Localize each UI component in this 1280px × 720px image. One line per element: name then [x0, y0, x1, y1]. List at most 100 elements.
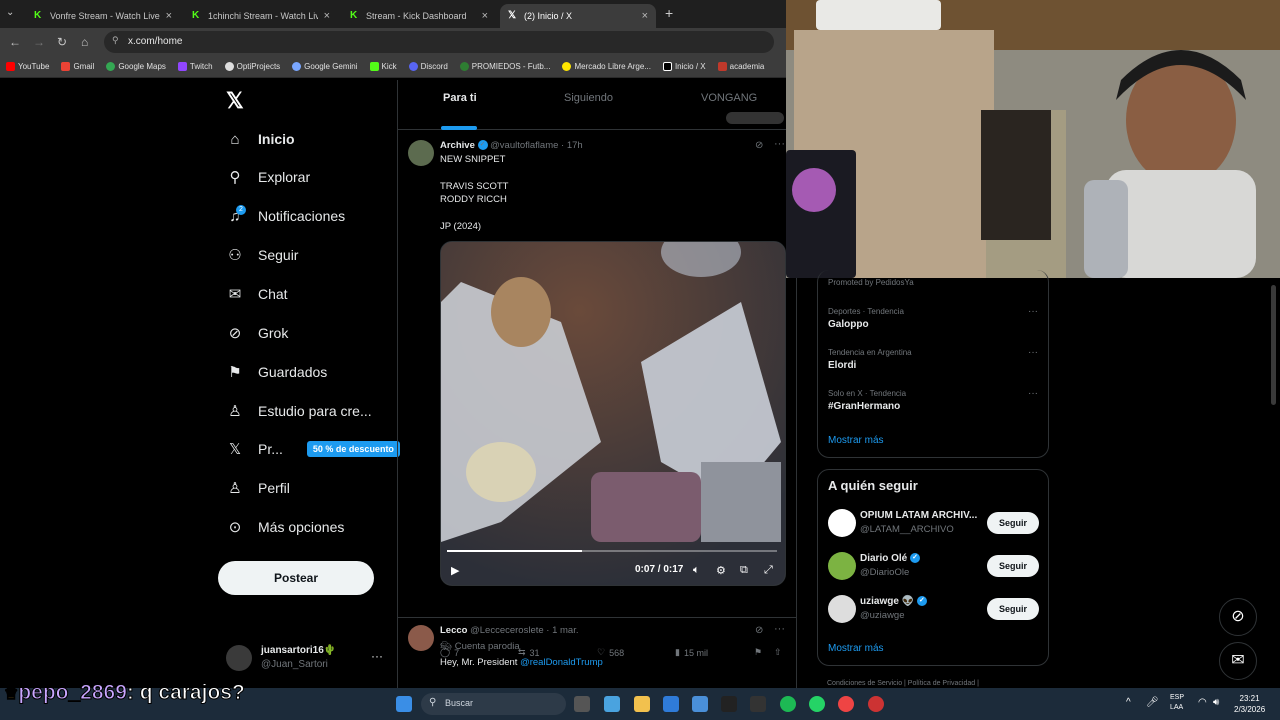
tweet-handle[interactable]: @Lecceceroslete: [470, 625, 544, 636]
close-icon[interactable]: ×: [324, 10, 330, 22]
more-icon[interactable]: ···: [774, 623, 785, 635]
windows-start-icon[interactable]: [396, 696, 412, 712]
settings-icon[interactable]: ⚙: [716, 564, 726, 577]
nav-item-grok[interactable]: ⊘ Grok: [226, 321, 289, 345]
bookmark-kick[interactable]: Kick: [369, 62, 397, 71]
bookmark-academia[interactable]: academia: [717, 62, 764, 71]
show-more-link[interactable]: Mostrar más: [828, 435, 884, 446]
back-icon[interactable]: ←: [9, 35, 21, 49]
fullscreen-icon[interactable]: ⤢: [764, 564, 773, 577]
video-progress-bar[interactable]: [447, 550, 777, 552]
close-icon[interactable]: ×: [642, 10, 648, 22]
bookmark-optiprojects[interactable]: OptiProjects: [224, 62, 280, 71]
bookmark-google-maps[interactable]: Google Maps: [106, 62, 166, 71]
close-icon[interactable]: ×: [482, 10, 488, 22]
store-icon[interactable]: [663, 696, 679, 712]
x-logo-icon[interactable]: 𝕏: [226, 88, 244, 114]
grok-fab-icon[interactable]: ⊘: [1219, 598, 1257, 636]
bookmark-promiedos[interactable]: PROMIEDOS - Futb...: [459, 62, 550, 71]
nav-item-mas-opciones[interactable]: ⊙ Más opciones: [226, 515, 345, 539]
whatsapp-icon[interactable]: [809, 696, 825, 712]
more-icon[interactable]: ···: [1028, 306, 1038, 317]
account-switcher[interactable]: juansartori16🌵 @Juan_Sartori ···: [226, 643, 386, 673]
scrollbar[interactable]: [1271, 285, 1276, 405]
home-icon[interactable]: ⌂: [81, 35, 88, 49]
task-view-icon[interactable]: [574, 696, 590, 712]
tweet-time[interactable]: · 17h: [561, 140, 583, 151]
taskbar-clock[interactable]: 23:21 2/3/2026: [1234, 693, 1265, 715]
language-indicator[interactable]: ESP LAA: [1170, 693, 1184, 713]
tab-siguiendo[interactable]: Siguiendo: [564, 92, 613, 104]
app-icon[interactable]: [868, 696, 884, 712]
url-input[interactable]: ⚲ x.com/home: [104, 31, 774, 53]
spotify-icon[interactable]: [780, 696, 796, 712]
post-button[interactable]: Postear: [218, 561, 374, 595]
trend-item[interactable]: Deportes · Tendencia Galoppo: [828, 307, 904, 330]
bookmark-gmail[interactable]: Gmail: [61, 62, 94, 71]
bookmark-twitch[interactable]: Twitch: [177, 62, 213, 71]
bookmark-mercadolibre[interactable]: Mercado Libre Arge...: [562, 62, 651, 71]
new-tab-icon[interactable]: +: [665, 5, 673, 21]
video-player[interactable]: ▶ 0:07 / 0:17 🔈︎ ⚙ ⧉ ⤢: [440, 241, 786, 586]
nav-item-premium[interactable]: 𝕏 Pr... 50 % de descuento: [226, 437, 400, 461]
nav-item-inicio[interactable]: ⌂ Inicio: [226, 127, 294, 151]
bookmark-gemini[interactable]: Google Gemini: [292, 62, 358, 71]
mention-link[interactable]: @realDonaldTrump: [520, 657, 603, 668]
picture-in-picture-icon[interactable]: ⧉: [740, 564, 748, 577]
microphone-icon[interactable]: 🎤︎: [1146, 697, 1159, 708]
more-icon[interactable]: ···: [371, 649, 383, 663]
volume-icon[interactable]: 🔊︎: [1213, 697, 1219, 708]
chevron-up-icon[interactable]: ^: [1126, 697, 1131, 708]
nav-item-chat[interactable]: ✉ Chat: [226, 282, 288, 306]
copilot-icon[interactable]: [604, 696, 620, 712]
play-icon[interactable]: ▶: [451, 564, 459, 577]
nav-item-guardados[interactable]: ⚑ Guardados: [226, 360, 327, 384]
more-icon[interactable]: ···: [1028, 388, 1038, 399]
outlook-icon[interactable]: [692, 696, 708, 712]
browser-tab-1[interactable]: K Vonfre Stream - Watch Live on ×: [26, 4, 180, 28]
follow-button[interactable]: Seguir: [987, 512, 1039, 534]
show-more-link[interactable]: Mostrar más: [828, 643, 884, 654]
new-posts-pill[interactable]: [726, 112, 784, 124]
browser-tab-2[interactable]: K 1chinchi Stream - Watch Live o ×: [184, 4, 338, 28]
nav-item-perfil[interactable]: ♙ Perfil: [226, 476, 290, 500]
forward-icon[interactable]: →: [33, 35, 45, 49]
follow-suggestion[interactable]: uziawge 👽 ✓ @uziawge Seguir: [828, 593, 1040, 625]
follow-button[interactable]: Seguir: [987, 555, 1039, 577]
trend-item[interactable]: Solo en X · Tendencia #GranHermano: [828, 389, 906, 412]
nav-item-seguir[interactable]: ⚇ Seguir: [226, 243, 298, 267]
tweet-author[interactable]: Lecco: [440, 625, 467, 636]
site-info-icon[interactable]: ⚲: [112, 35, 119, 46]
bookmark-inicio-x[interactable]: Inicio / X: [662, 62, 706, 71]
app-icon[interactable]: [721, 696, 737, 712]
nav-item-estudio[interactable]: ♙ Estudio para cre...: [226, 399, 371, 423]
trend-item[interactable]: Tendencia en Argentina Elordi: [828, 348, 912, 371]
grok-icon[interactable]: ⊘: [755, 140, 763, 151]
tweet[interactable]: Archive ✓ @vaultoflaflame · 17h ⊘ ··· NE…: [398, 132, 796, 658]
more-icon[interactable]: ···: [1028, 347, 1038, 358]
tab-search-icon[interactable]: ⌄: [6, 7, 14, 18]
follow-button[interactable]: Seguir: [987, 598, 1039, 620]
nav-item-explorar[interactable]: ⚲ Explorar: [226, 165, 311, 189]
tab-vongang[interactable]: VONGANG: [701, 92, 757, 104]
tweet-author[interactable]: Archive: [440, 140, 475, 151]
chrome-icon[interactable]: [838, 696, 854, 712]
close-icon[interactable]: ×: [166, 10, 172, 22]
volume-icon[interactable]: 🔈︎: [693, 564, 700, 577]
tab-para-ti[interactable]: Para ti: [443, 92, 477, 104]
tweet-time[interactable]: · 1 mar.: [546, 625, 578, 636]
bookmark-youtube[interactable]: YouTube: [6, 62, 49, 71]
tweet-handle[interactable]: @vaultoflaflame: [490, 140, 558, 151]
epic-games-icon[interactable]: [750, 696, 766, 712]
wifi-icon[interactable]: ◠: [1198, 697, 1207, 708]
grok-icon[interactable]: ⊘: [755, 625, 763, 636]
browser-tab-3[interactable]: K Stream - Kick Dashboard ×: [342, 4, 496, 28]
bookmark-discord[interactable]: Discord: [408, 62, 448, 71]
reload-icon[interactable]: ↻: [57, 35, 67, 49]
taskbar-search-input[interactable]: ⚲ Buscar: [421, 693, 566, 715]
follow-suggestion[interactable]: OPIUM LATAM ARCHIV... @LATAM__ARCHIVO Se…: [828, 507, 1040, 539]
tweet[interactable]: Lecco @Lecceceroslete · 1 mar. ⊘ ··· 🎭︎ …: [398, 618, 796, 690]
more-icon[interactable]: ···: [774, 138, 785, 150]
follow-suggestion[interactable]: Diario Olé ✓ @DiarioOle Seguir: [828, 550, 1040, 582]
footer-links[interactable]: Condiciones de Servicio | Política de Pr…: [827, 680, 979, 687]
